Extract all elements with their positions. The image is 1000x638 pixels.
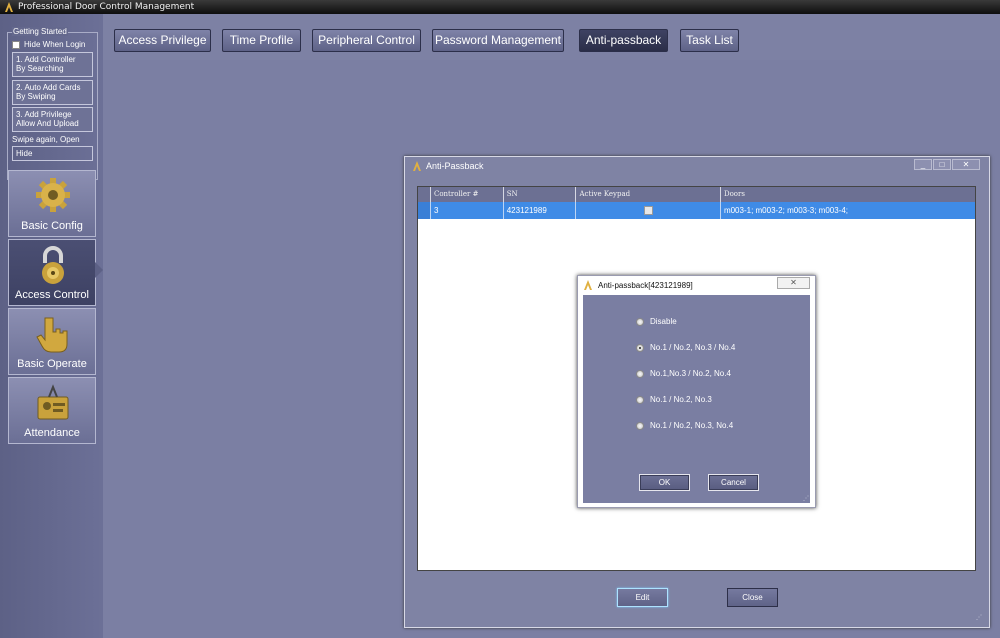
dialog-resize-grip-icon[interactable]: ⋰ [803,495,809,502]
tab-password-management[interactable]: Password Management [432,29,564,52]
option-label: No.1 / No.2, No.3 [650,395,712,404]
hide-when-login-checkbox[interactable]: Hide When Login [12,40,85,49]
tab-access-privilege[interactable]: Access Privilege [114,29,211,52]
hide-button[interactable]: Hide [12,146,93,161]
sidebar: Getting Started Hide When Login 1. Add C… [0,14,103,638]
option-label: Disable [650,317,677,326]
option-1[interactable]: No.1 / No.2, No.3 / No.4 [636,343,735,352]
app-titlebar: Professional Door Control Management [0,0,1000,14]
dialog-logo-icon [584,280,592,290]
row-selector[interactable] [418,202,431,219]
option-4[interactable]: No.1 / No.2, No.3, No.4 [636,421,733,430]
cell-doors: m003-1; m003-2; m003-3; m003-4; [723,206,848,215]
radio-button[interactable] [636,395,644,404]
anti-passback-dialog: Anti-passback[423121989] ✕ Disable No.1 … [577,275,816,508]
nav-attendance[interactable]: Attendance [8,377,96,444]
step-add-privilege-button[interactable]: 3. Add Privilege Allow And Upload [12,107,93,132]
tab-peripheral-control[interactable]: Peripheral Control [312,29,421,52]
tab-task-list[interactable]: Task List [680,29,739,52]
cell-active-keypad [576,202,721,219]
cancel-button[interactable]: Cancel [708,474,759,491]
dialog-titlebar: Anti-passback[423121989] [582,279,693,291]
nav-access-control[interactable]: Access Control [8,239,103,306]
nav-label: Basic Config [21,220,83,232]
step-line2: By Swiping [16,92,56,101]
option-label: No.1 / No.2, No.3 / No.4 [650,343,736,352]
radio-button[interactable] [636,421,644,430]
edit-button[interactable]: Edit [617,588,668,607]
dialog-body: Disable No.1 / No.2, No.3 / No.4 No.1,No… [583,295,810,503]
step-line1: 2. Auto Add Cards [16,83,81,92]
app-logo-icon [5,2,13,12]
swipe-again-label: Swipe again, Open [12,135,80,144]
nav-label: Basic Operate [17,358,87,370]
cell-controller: 3 [431,202,504,219]
dialog-title: Anti-passback[423121989] [598,280,693,290]
step-line2: By Searching [16,64,64,73]
col-doors[interactable]: Doors [721,187,975,202]
top-tab-bar: Access Privilege Time Profile Peripheral… [103,14,1000,60]
nav-basic-config[interactable]: Basic Config [8,170,96,237]
tab-anti-passback[interactable]: Anti-passback [579,29,668,52]
step-line2: Allow And Upload [16,119,79,128]
radio-button[interactable] [636,317,644,326]
col-sn[interactable]: SN [504,187,577,202]
table-row[interactable]: 3 423121989 m003-1; m003-2; m003-3; m003… [418,202,975,219]
option-label: No.1 / No.2, No.3, No.4 [650,421,734,430]
step-line1: 3. Add Privilege [16,110,72,119]
radio-button[interactable] [636,369,644,378]
resize-grip-icon[interactable]: ⋰ [976,614,982,621]
nav-label: Attendance [24,427,80,439]
option-disable[interactable]: Disable [636,317,677,326]
window-title: Anti-Passback [426,161,484,171]
step-add-controller-button[interactable]: 1. Add Controller By Searching [12,52,93,77]
active-indicator-arrow [95,262,103,278]
dialog-close-button[interactable]: ✕ [777,277,810,289]
nav-label: Access Control [15,289,89,301]
ok-button[interactable]: OK [639,474,690,491]
option-3[interactable]: No.1 / No.2, No.3 [636,395,712,404]
checkbox-box[interactable] [12,40,20,49]
window-logo-icon [413,161,421,171]
getting-started-legend: Getting Started [12,27,68,36]
window-maximize-button[interactable]: □ [933,159,951,170]
row-header-cell [418,187,431,202]
step-line1: 1. Add Controller [16,55,76,64]
window-close-button[interactable]: ✕ [952,159,980,170]
col-controller[interactable]: Controller # [431,187,504,202]
col-active-keypad[interactable]: Active Keypad [576,187,721,202]
grid-header: Controller # SN Active Keypad Doors [418,187,975,202]
hand-pointer-icon [36,317,68,353]
option-2[interactable]: No.1,No.3 / No.2, No.4 [636,369,731,378]
window-minimize-button[interactable]: _ [914,159,932,170]
nav-basic-operate[interactable]: Basic Operate [8,308,96,375]
radio-button-selected[interactable] [636,343,644,352]
attendance-card-icon [37,384,69,420]
close-button[interactable]: Close [727,588,778,607]
app-title: Professional Door Control Management [18,2,195,12]
padlock-icon [42,246,64,284]
cell-sn: 423121989 [504,202,577,219]
option-label: No.1,No.3 / No.2, No.4 [650,369,731,378]
active-keypad-checkbox[interactable] [643,206,653,216]
tab-time-profile[interactable]: Time Profile [222,29,301,52]
gear-icon [36,178,70,212]
hide-when-login-label: Hide When Login [24,40,86,49]
step-auto-add-cards-button[interactable]: 2. Auto Add Cards By Swiping [12,80,93,105]
window-titlebar: Anti-Passback [411,158,484,174]
